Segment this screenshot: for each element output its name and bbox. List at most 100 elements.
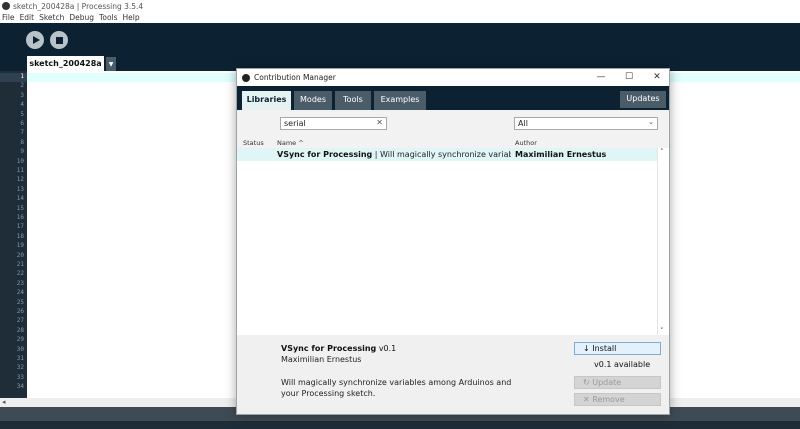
line-number: 27 [16, 317, 24, 325]
line-number: 7 [20, 129, 24, 137]
line-number: 21 [16, 261, 24, 268]
line-number: 13 [16, 185, 24, 193]
line-number: 25 [16, 298, 24, 306]
clear-search-icon[interactable]: ✕ [376, 118, 383, 127]
search-input[interactable]: serial ✕ [280, 117, 387, 130]
sort-ascending-icon: ^ [298, 139, 304, 147]
stop-icon [55, 36, 63, 44]
row-library-name: VSync for Processing [277, 150, 373, 159]
menu-help[interactable]: Help [123, 13, 140, 22]
sketch-tab[interactable]: sketch_200428a [27, 56, 104, 71]
details-library-name: VSync for Processing [281, 344, 377, 353]
line-number: 8 [20, 138, 24, 146]
menu-bar: File Edit Sketch Debug Tools Help [0, 11, 800, 23]
line-number: 31 [16, 355, 24, 362]
details-version: v0.1 [378, 344, 397, 353]
chevron-down-icon: ⌄ [648, 118, 654, 126]
line-number: 14 [16, 195, 24, 203]
line-number: 28 [16, 326, 24, 334]
line-number: 5 [20, 110, 24, 118]
menu-debug[interactable]: Debug [69, 13, 94, 22]
column-status[interactable]: Status [243, 139, 264, 147]
line-number: 17 [16, 223, 24, 231]
category-select[interactable]: All ⌄ [514, 117, 658, 130]
tab-menu-button[interactable]: ▼ [106, 57, 116, 71]
tab-modes[interactable]: Modes [294, 91, 332, 110]
close-icon: ✕ [653, 72, 661, 82]
line-number: 22 [16, 270, 24, 278]
details-description: Will magically synchronize variables amo… [281, 378, 512, 398]
column-name[interactable]: Name ^ [277, 139, 304, 147]
line-number: 20 [16, 251, 24, 259]
console-area [0, 421, 800, 429]
maximize-icon: ☐ [624, 72, 634, 82]
minimize-button[interactable]: — [594, 71, 608, 83]
line-number: 6 [20, 120, 24, 127]
window-titlebar: sketch_200428a | Processing 3.5.4 [0, 0, 800, 11]
menu-sketch[interactable]: Sketch [39, 13, 64, 22]
category-value: All [518, 119, 528, 128]
line-number: 4 [20, 101, 24, 109]
line-number: 30 [16, 345, 24, 353]
line-number: 16 [16, 214, 24, 221]
line-number: 10 [16, 157, 24, 165]
column-name-label: Name [277, 139, 297, 147]
line-number: 11 [16, 167, 24, 174]
details-panel: VSync for Processing v0.1 Maximilian Ern… [237, 335, 669, 414]
run-button[interactable] [26, 31, 44, 49]
menu-file[interactable]: File [2, 13, 15, 22]
chevron-down-icon: ▼ [108, 61, 114, 68]
remove-button[interactable]: ✕ Remove [574, 393, 661, 406]
processing-app-icon [2, 2, 10, 10]
line-number: 2 [20, 82, 24, 90]
scroll-left-icon[interactable]: ◂ [2, 398, 6, 406]
dialog-tab-bar: Libraries Modes Tools Examples Updates [237, 86, 669, 110]
line-number: 3 [20, 91, 24, 99]
line-number: 32 [16, 364, 24, 372]
updates-button[interactable]: Updates [620, 91, 666, 108]
row-separator: | [372, 150, 381, 159]
chevron-down-icon[interactable]: ˅ [660, 327, 664, 335]
line-number: 15 [16, 204, 24, 212]
install-button[interactable]: ↓ Install [574, 342, 661, 355]
row-name: VSync for Processing | Will magically sy… [277, 150, 511, 159]
line-number: 26 [16, 308, 24, 315]
table-row[interactable]: VSync for Processing | Will magically sy… [237, 148, 657, 161]
maximize-button[interactable]: ☐ [622, 71, 636, 83]
line-number: 34 [16, 383, 24, 391]
line-number: 9 [20, 148, 24, 156]
sketch-toolbar [0, 23, 800, 71]
filter-area: serial ✕ All ⌄ [237, 110, 669, 140]
close-button[interactable]: ✕ [650, 71, 664, 83]
line-number: 24 [16, 289, 24, 297]
play-icon [32, 36, 40, 44]
update-button[interactable]: ↻ Update [574, 376, 661, 389]
line-number: 12 [16, 176, 24, 184]
row-author: Maximilian Ernestus [515, 150, 607, 159]
line-number: 19 [16, 242, 24, 250]
vertical-scrollbar[interactable]: ˄ ˅ [657, 148, 669, 335]
details-author: Maximilian Ernestus [281, 355, 362, 364]
line-number: 18 [16, 232, 24, 240]
line-number: 33 [16, 373, 24, 381]
processing-app-icon [242, 73, 250, 82]
contribution-manager-dialog: Contribution Manager — ☐ ✕ Libraries Mod… [236, 68, 670, 415]
stop-button[interactable] [50, 31, 68, 49]
line-number: 23 [16, 279, 24, 287]
tab-examples[interactable]: Examples [374, 91, 426, 110]
version-available-text: v0.1 available [594, 360, 651, 369]
line-number: 29 [16, 336, 24, 344]
contribution-list: VSync for Processing | Will magically sy… [237, 148, 657, 335]
chevron-up-icon[interactable]: ˄ [660, 148, 664, 156]
tab-libraries[interactable]: Libraries [242, 91, 291, 110]
line-number: 1 [20, 73, 24, 80]
tab-tools[interactable]: Tools [335, 91, 371, 110]
minimize-icon: — [596, 72, 606, 82]
column-author[interactable]: Author [515, 139, 537, 147]
list-column-headers: Status Name ^ Author [237, 138, 669, 148]
details-title: VSync for Processing v0.1 [281, 344, 396, 353]
menu-tools[interactable]: Tools [99, 13, 117, 22]
search-value: serial [284, 119, 306, 128]
window-title: sketch_200428a | Processing 3.5.4 [13, 1, 144, 11]
menu-edit[interactable]: Edit [20, 13, 35, 22]
